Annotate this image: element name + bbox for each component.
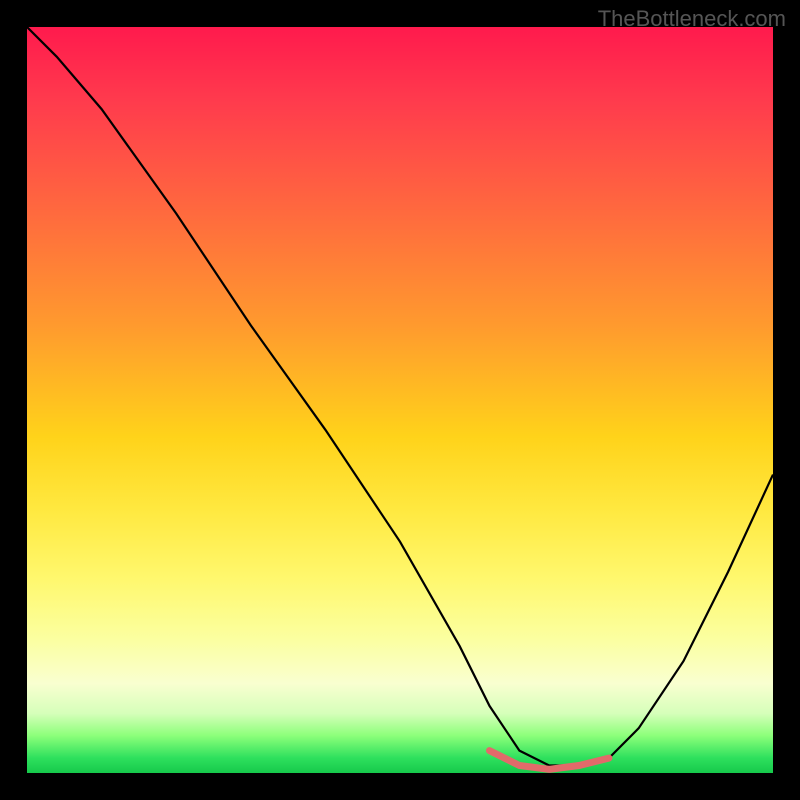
curve-line — [27, 27, 773, 766]
highlight-segment — [490, 751, 609, 770]
watermark-text: TheBottleneck.com — [598, 6, 786, 32]
chart-svg — [27, 27, 773, 773]
